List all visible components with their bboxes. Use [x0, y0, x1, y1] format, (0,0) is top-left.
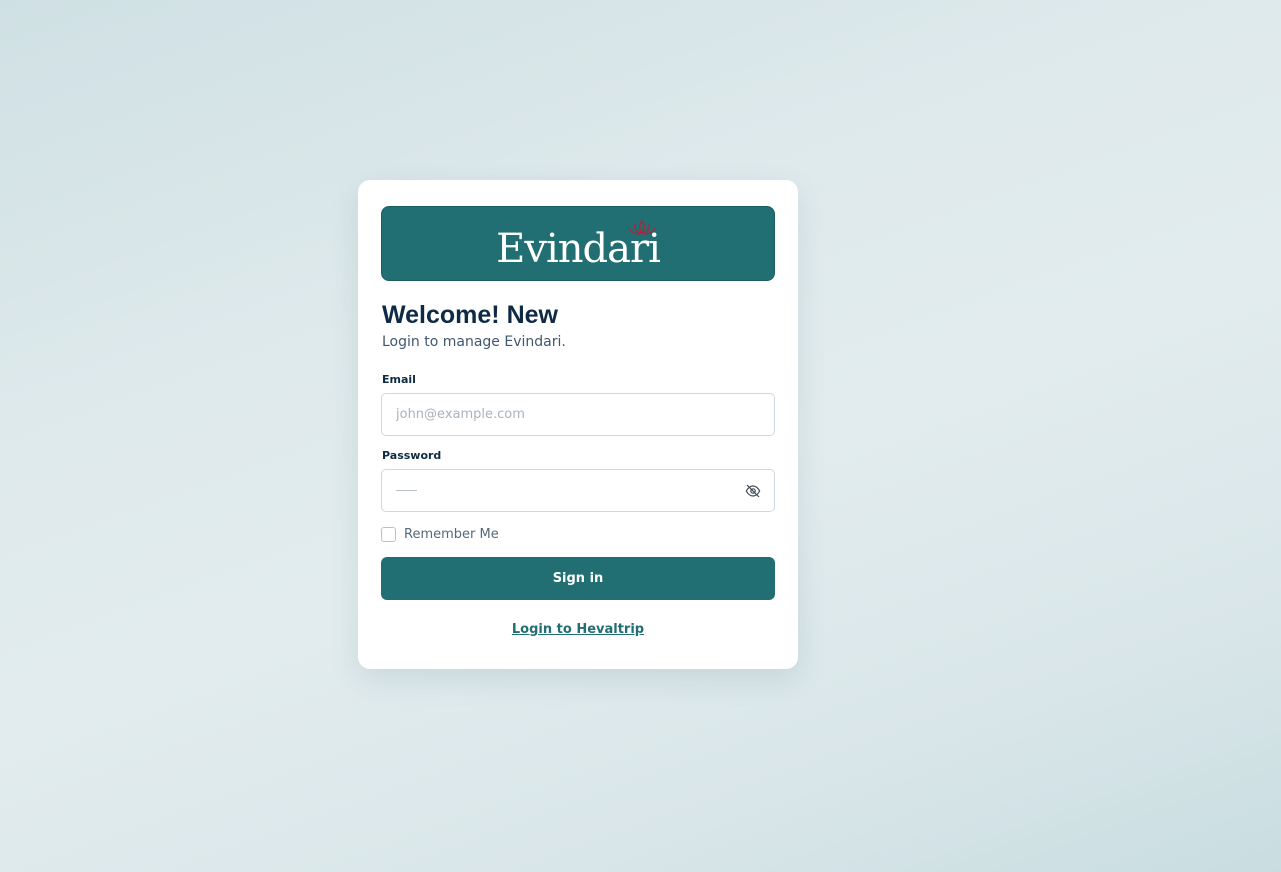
brand-banner: Evindari	[381, 206, 775, 281]
page-subtitle: Login to manage Evindari.	[382, 334, 566, 350]
alt-login-link[interactable]: Login to Hevaltrip	[381, 622, 775, 637]
password-field[interactable]	[381, 469, 775, 512]
eye-off-icon[interactable]	[745, 484, 761, 498]
remember-checkbox[interactable]	[381, 527, 396, 542]
lotus-icon	[628, 219, 656, 235]
remember-label[interactable]: Remember Me	[404, 527, 499, 542]
page-title: Welcome! New	[382, 301, 558, 329]
password-placeholder	[396, 490, 417, 491]
email-field[interactable]	[396, 407, 760, 422]
email-field-wrapper	[381, 393, 775, 436]
password-label: Password	[382, 449, 442, 462]
email-label: Email	[382, 373, 416, 386]
signin-button[interactable]: Sign in	[381, 557, 775, 600]
login-card: Evindari Welcome! New Login to manage Ev…	[358, 180, 798, 669]
remember-me[interactable]: Remember Me	[381, 527, 775, 542]
